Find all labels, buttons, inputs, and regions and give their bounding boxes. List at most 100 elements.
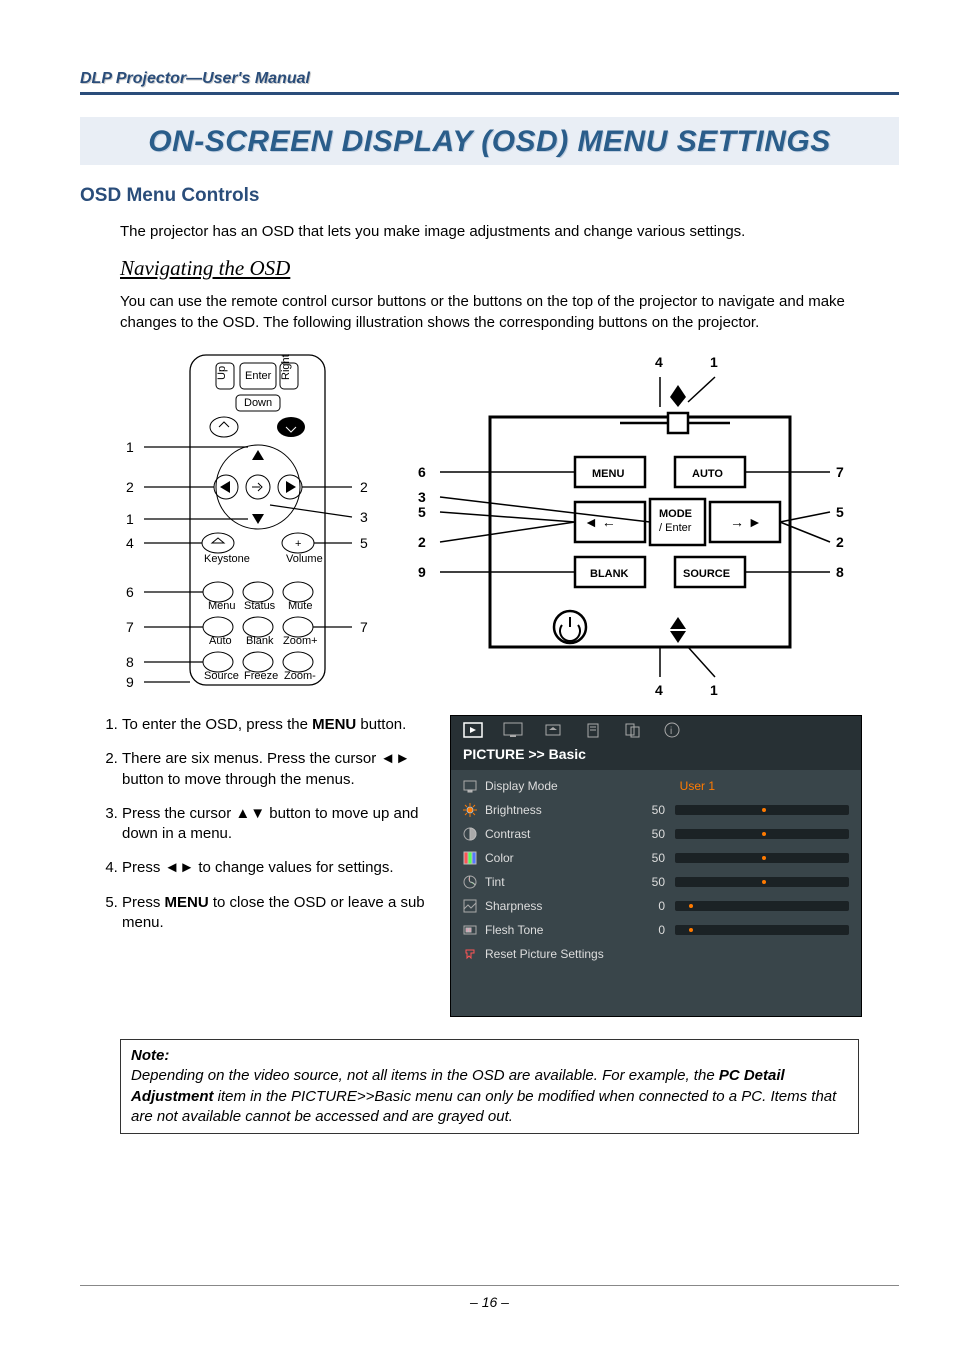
osd-row-value: 0 (635, 899, 665, 913)
svg-text:Up: Up (216, 366, 228, 380)
intro-paragraph: The projector has an OSD that lets you m… (120, 221, 899, 242)
osd-row: Reset Picture Settings (451, 942, 861, 966)
osd-row-label: Color (485, 851, 635, 865)
subsection-heading: Navigating the OSD (120, 256, 899, 281)
svg-text:Source: Source (204, 670, 239, 682)
svg-text:Menu: Menu (208, 600, 236, 612)
svg-text:Keystone: Keystone (204, 553, 250, 565)
svg-text:4: 4 (655, 354, 663, 370)
svg-text:1: 1 (126, 439, 134, 455)
remote-diagram: Up Enter Right Down Keystone (120, 347, 380, 697)
osd-row: Display ModeUser 1 (451, 774, 861, 798)
osd-row-label: Display Mode (485, 779, 635, 793)
svg-text:7: 7 (360, 619, 368, 635)
svg-text:Enter: Enter (245, 370, 272, 382)
osd-row-value: 50 (635, 851, 665, 865)
osd-row: Contrast50 (451, 822, 861, 846)
svg-text:4: 4 (655, 682, 663, 697)
svg-text:2: 2 (836, 534, 844, 550)
svg-text:Volume: Volume (286, 553, 323, 565)
osd-row-value: 0 (635, 923, 665, 937)
svg-text:1: 1 (126, 511, 134, 527)
svg-text:MENU: MENU (592, 468, 624, 480)
svg-text:→ ►: → ► (730, 514, 762, 530)
svg-text:1: 1 (710, 354, 718, 370)
step-3: Press the cursor ▲▼ button to move up an… (122, 804, 430, 845)
svg-text:AUTO: AUTO (692, 468, 723, 480)
tab-setup-icon (543, 722, 563, 738)
osd-slider (675, 901, 849, 911)
svg-text:7: 7 (126, 619, 134, 635)
osd-slider (675, 877, 849, 887)
tab-display-icon (503, 722, 523, 738)
svg-text:5: 5 (360, 535, 368, 551)
svg-text:2: 2 (360, 479, 368, 495)
tab-info-icon: i (663, 722, 683, 738)
osd-row-right: User 1 (635, 779, 715, 793)
note-box: Note: Depending on the video source, not… (120, 1039, 859, 1134)
svg-text:Down: Down (244, 397, 272, 409)
svg-text:Zoom-: Zoom- (284, 670, 316, 682)
header-rule (80, 92, 899, 95)
svg-text:Mute: Mute (288, 600, 312, 612)
svg-text:MODE: MODE (659, 508, 692, 520)
svg-text:Auto: Auto (209, 635, 232, 647)
running-header: DLP Projector—User's Manual (80, 70, 899, 88)
tab-lang-icon (623, 722, 643, 738)
osd-row-value: 50 (635, 875, 665, 889)
osd-row: Color50 (451, 846, 861, 870)
chapter-title-bar: ON-SCREEN DISPLAY (OSD) MENU SETTINGS (80, 117, 899, 165)
osd-row-label: Reset Picture Settings (485, 947, 635, 961)
chapter-title: ON-SCREEN DISPLAY (OSD) MENU SETTINGS (148, 125, 830, 158)
svg-text:6: 6 (418, 464, 426, 480)
osd-row-label: Contrast (485, 827, 635, 841)
svg-text:5: 5 (418, 504, 426, 520)
step-1: To enter the OSD, press the MENU button. (122, 715, 430, 735)
osd-row: Tint50 (451, 870, 861, 894)
svg-text:8: 8 (126, 654, 134, 670)
section-heading: OSD Menu Controls (80, 185, 899, 207)
note-title: Note: (131, 1047, 169, 1064)
svg-text:1: 1 (710, 682, 718, 697)
osd-row: Sharpness0 (451, 894, 861, 918)
osd-row-label: Tint (485, 875, 635, 889)
svg-text:2: 2 (126, 479, 134, 495)
osd-row-label: Flesh Tone (485, 923, 635, 937)
svg-text:3: 3 (360, 509, 368, 525)
projector-panel-diagram: 4 1 MENU AUTO ◄ ← MODE / Enter → ► BLANK (410, 347, 850, 697)
svg-text:/ Enter: / Enter (659, 522, 692, 534)
osd-row: Flesh Tone0 (451, 918, 861, 942)
svg-text:9: 9 (418, 564, 426, 580)
page-number: – 16 – (80, 1285, 899, 1310)
svg-text:Right: Right (280, 354, 292, 380)
step-5: Press MENU to close the OSD or leave a s… (122, 893, 430, 934)
osd-slider (675, 805, 849, 815)
svg-text:5: 5 (836, 504, 844, 520)
osd-row: Brightness50 (451, 798, 861, 822)
osd-screenshot: i PICTURE >> Basic Display ModeUser 1Bri… (450, 715, 862, 1017)
svg-text:Zoom+: Zoom+ (283, 635, 318, 647)
osd-tabs: i (451, 716, 861, 742)
step-4: Press ◄► to change values for settings. (122, 858, 430, 878)
svg-text:2: 2 (418, 534, 426, 550)
svg-text:Status: Status (244, 600, 276, 612)
svg-text:4: 4 (126, 535, 134, 551)
svg-text:SOURCE: SOURCE (683, 568, 730, 580)
svg-text:+: + (295, 538, 301, 550)
svg-text:6: 6 (126, 584, 134, 600)
osd-slider (675, 853, 849, 863)
osd-steps: To enter the OSD, press the MENU button.… (100, 715, 430, 933)
svg-text:Freeze: Freeze (244, 670, 278, 682)
svg-text:i: i (670, 726, 672, 737)
osd-slider (675, 829, 849, 839)
osd-menu-title: PICTURE >> Basic (451, 742, 861, 770)
osd-row-value: 50 (635, 803, 665, 817)
svg-text:Blank: Blank (246, 635, 274, 647)
note-body: Depending on the video source, not all i… (131, 1066, 848, 1127)
osd-row-value: 50 (635, 827, 665, 841)
osd-slider (675, 925, 849, 935)
svg-text:8: 8 (836, 564, 844, 580)
svg-text:7: 7 (836, 464, 844, 480)
nav-body: You can use the remote control cursor bu… (120, 291, 899, 333)
tab-picture-icon (463, 722, 483, 738)
